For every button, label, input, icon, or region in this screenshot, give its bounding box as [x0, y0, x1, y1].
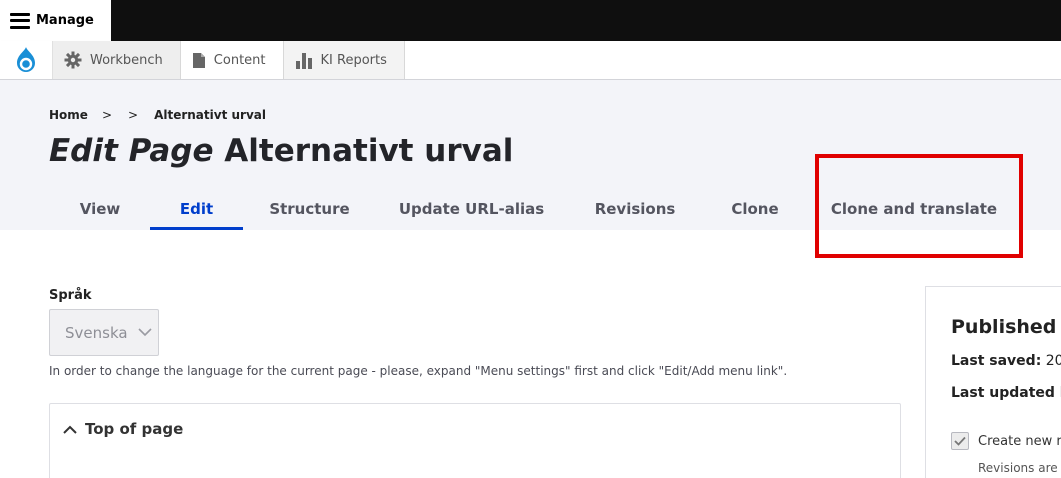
top-of-page-panel: Top of page — [49, 403, 901, 478]
breadcrumb-separator: > — [128, 108, 139, 122]
panel-toggle[interactable]: Top of page — [63, 420, 183, 438]
chevron-up-icon — [63, 425, 77, 434]
toolbar-item-label: Content — [213, 52, 266, 68]
checkmark-icon — [954, 436, 966, 446]
toolbar-tray: Workbench Content KI Reports — [0, 41, 1061, 80]
language-selected-value: Svenska — [65, 323, 128, 342]
last-saved-line: Last saved: 202 — [951, 353, 1061, 369]
gear-icon — [64, 51, 82, 69]
new-revision-checkbox[interactable] — [951, 432, 969, 450]
tab-revisions[interactable]: Revisions — [567, 187, 703, 230]
drupal-logo-icon[interactable] — [0, 41, 53, 79]
panel-title: Top of page — [85, 420, 184, 438]
last-updated-label: Last updated b — [951, 385, 1061, 401]
last-updated-line: Last updated b — [951, 385, 1061, 401]
breadcrumb-home[interactable]: Home — [49, 108, 88, 122]
hamburger-icon — [10, 12, 30, 29]
bar-chart-icon — [295, 52, 312, 69]
language-help-text: In order to change the language for the … — [49, 364, 788, 378]
toolbar-item-content[interactable]: Content — [181, 41, 284, 79]
meta-sidebar: Published Last saved: 202 Last updated b… — [925, 286, 1061, 478]
toolbar-item-label: Workbench — [90, 52, 163, 68]
toolbar-item-label: KI Reports — [320, 52, 387, 68]
tab-structure[interactable]: Structure — [243, 187, 376, 230]
tab-view[interactable]: View — [50, 187, 150, 230]
new-revision-label: Create new re — [978, 434, 1061, 449]
breadcrumb-current: Alternativt urval — [154, 108, 266, 122]
chevron-down-icon — [138, 328, 152, 337]
tab-edit[interactable]: Edit — [150, 187, 243, 230]
highlight-annotation-box — [815, 154, 1023, 258]
last-saved-label: Last saved: — [951, 353, 1042, 369]
page-title-name: Alternativt urval — [224, 133, 514, 169]
toolbar-item-ki-reports[interactable]: KI Reports — [283, 41, 405, 79]
tab-clone[interactable]: Clone — [703, 187, 807, 230]
language-select[interactable]: Svenska — [49, 309, 159, 356]
tab-update-url-alias[interactable]: Update URL-alias — [376, 187, 567, 230]
last-saved-value: 202 — [1045, 353, 1061, 369]
breadcrumb-separator: > — [101, 108, 112, 122]
breadcrumb: Home > > Alternativt urval — [49, 108, 266, 122]
revisions-note: Revisions are re — [978, 461, 1061, 475]
document-icon — [192, 52, 205, 68]
publish-status: Published — [951, 316, 1057, 338]
language-label: Språk — [49, 288, 92, 303]
page-title-prefix: Edit Page — [49, 133, 214, 169]
page-title: Edit Page Alternativt urval — [49, 133, 513, 169]
toolbar-item-workbench[interactable]: Workbench — [53, 41, 181, 79]
admin-toolbar-bar — [0, 0, 1061, 41]
manage-tab[interactable]: Manage — [0, 0, 111, 41]
manage-label: Manage — [36, 13, 94, 28]
